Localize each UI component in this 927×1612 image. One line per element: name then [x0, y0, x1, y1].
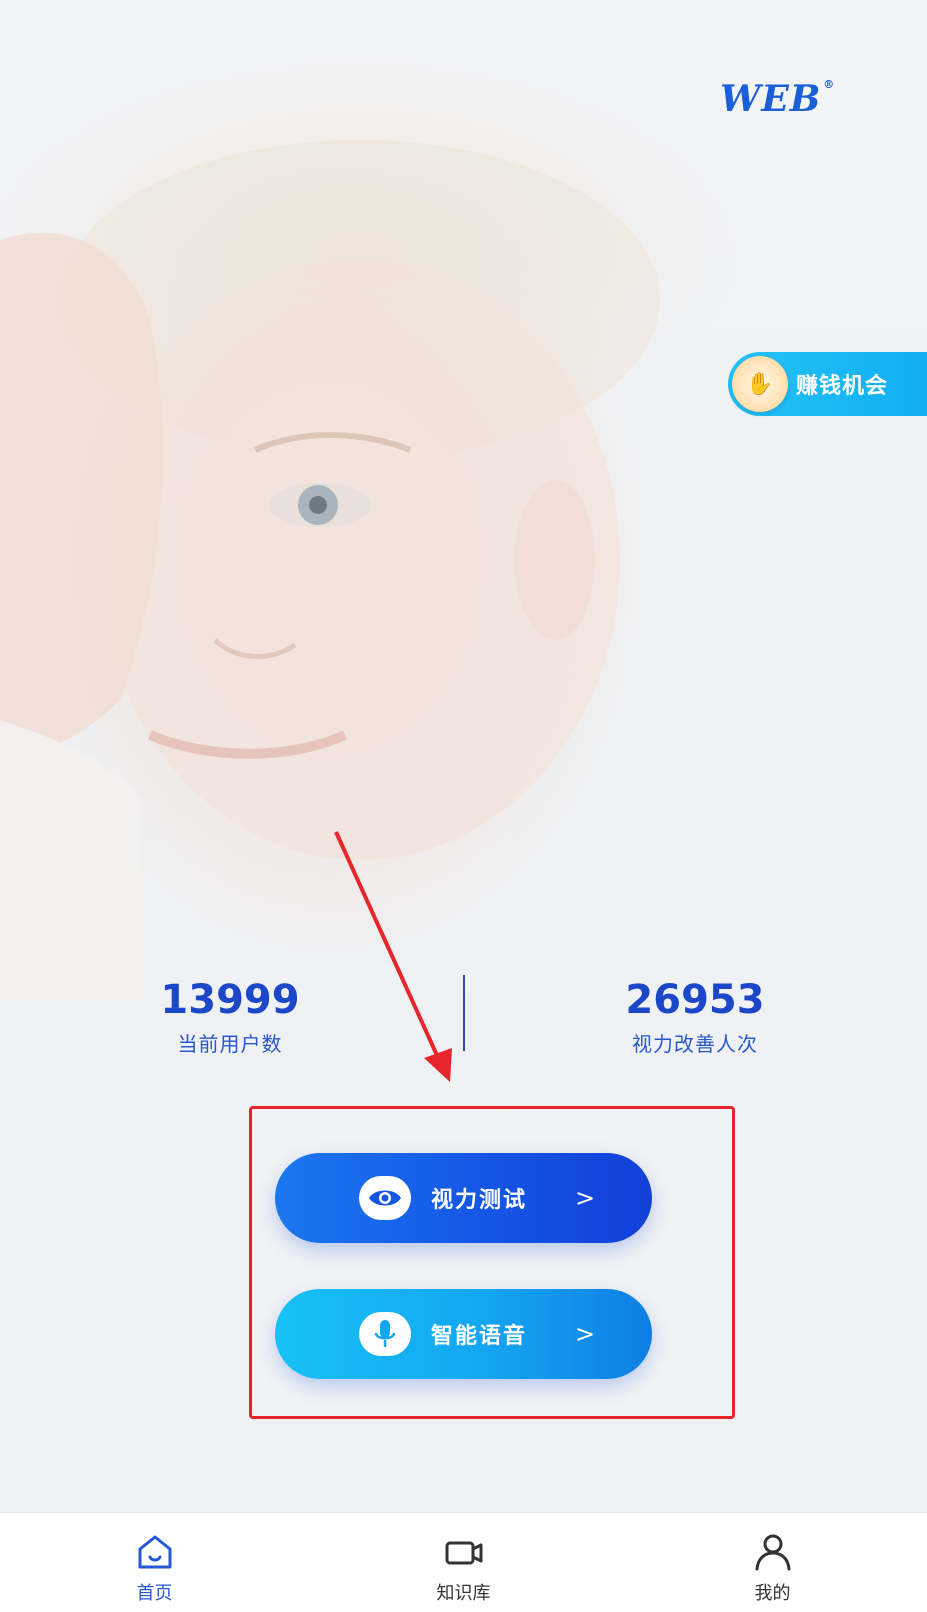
vision-test-button[interactable]: 视力测试 > [275, 1153, 652, 1243]
bottom-tab-bar: 首页 知识库 我的 [0, 1512, 927, 1612]
microphone-icon [359, 1312, 411, 1356]
tab-knowledge-base-label: 知识库 [436, 1583, 491, 1604]
video-camera-icon [445, 1541, 482, 1565]
hero-background: WEB ® ✋ 赚钱机会 13999 当前用户数 26953 视力改善人次 视力测… [0, 0, 927, 1512]
home-icon [138, 1535, 171, 1569]
tab-knowledge-base[interactable]: 知识库 [364, 1513, 564, 1605]
tab-profile[interactable]: 我的 [673, 1513, 873, 1605]
user-icon [755, 1534, 790, 1571]
tab-home[interactable]: 首页 [55, 1513, 255, 1605]
chevron-right-icon: > [575, 1184, 596, 1212]
tab-home-label: 首页 [136, 1583, 173, 1604]
vision-test-label: 视力测试 [431, 1188, 528, 1213]
eye-icon [359, 1176, 411, 1220]
chevron-right-icon: > [575, 1320, 596, 1348]
tab-profile-label: 我的 [754, 1583, 791, 1604]
smart-voice-label: 智能语音 [431, 1324, 528, 1349]
smart-voice-button[interactable]: 智能语音 > [275, 1289, 652, 1379]
